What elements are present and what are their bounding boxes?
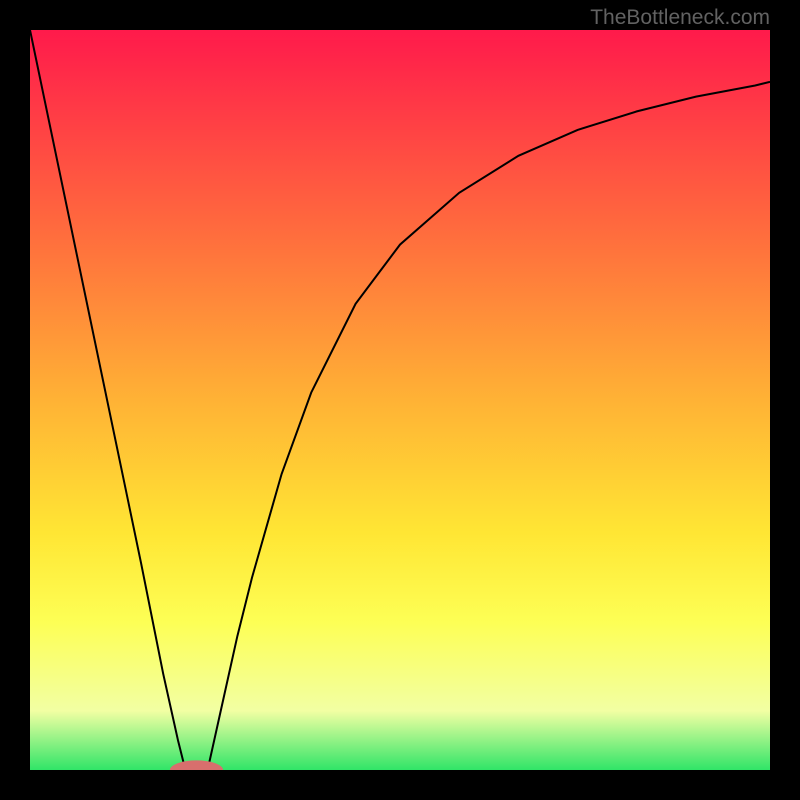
chart-svg <box>30 30 770 770</box>
gradient-background <box>30 30 770 770</box>
plot-area <box>30 30 770 770</box>
watermark-text: TheBottleneck.com <box>590 6 770 30</box>
chart-frame: TheBottleneck.com <box>0 0 800 800</box>
